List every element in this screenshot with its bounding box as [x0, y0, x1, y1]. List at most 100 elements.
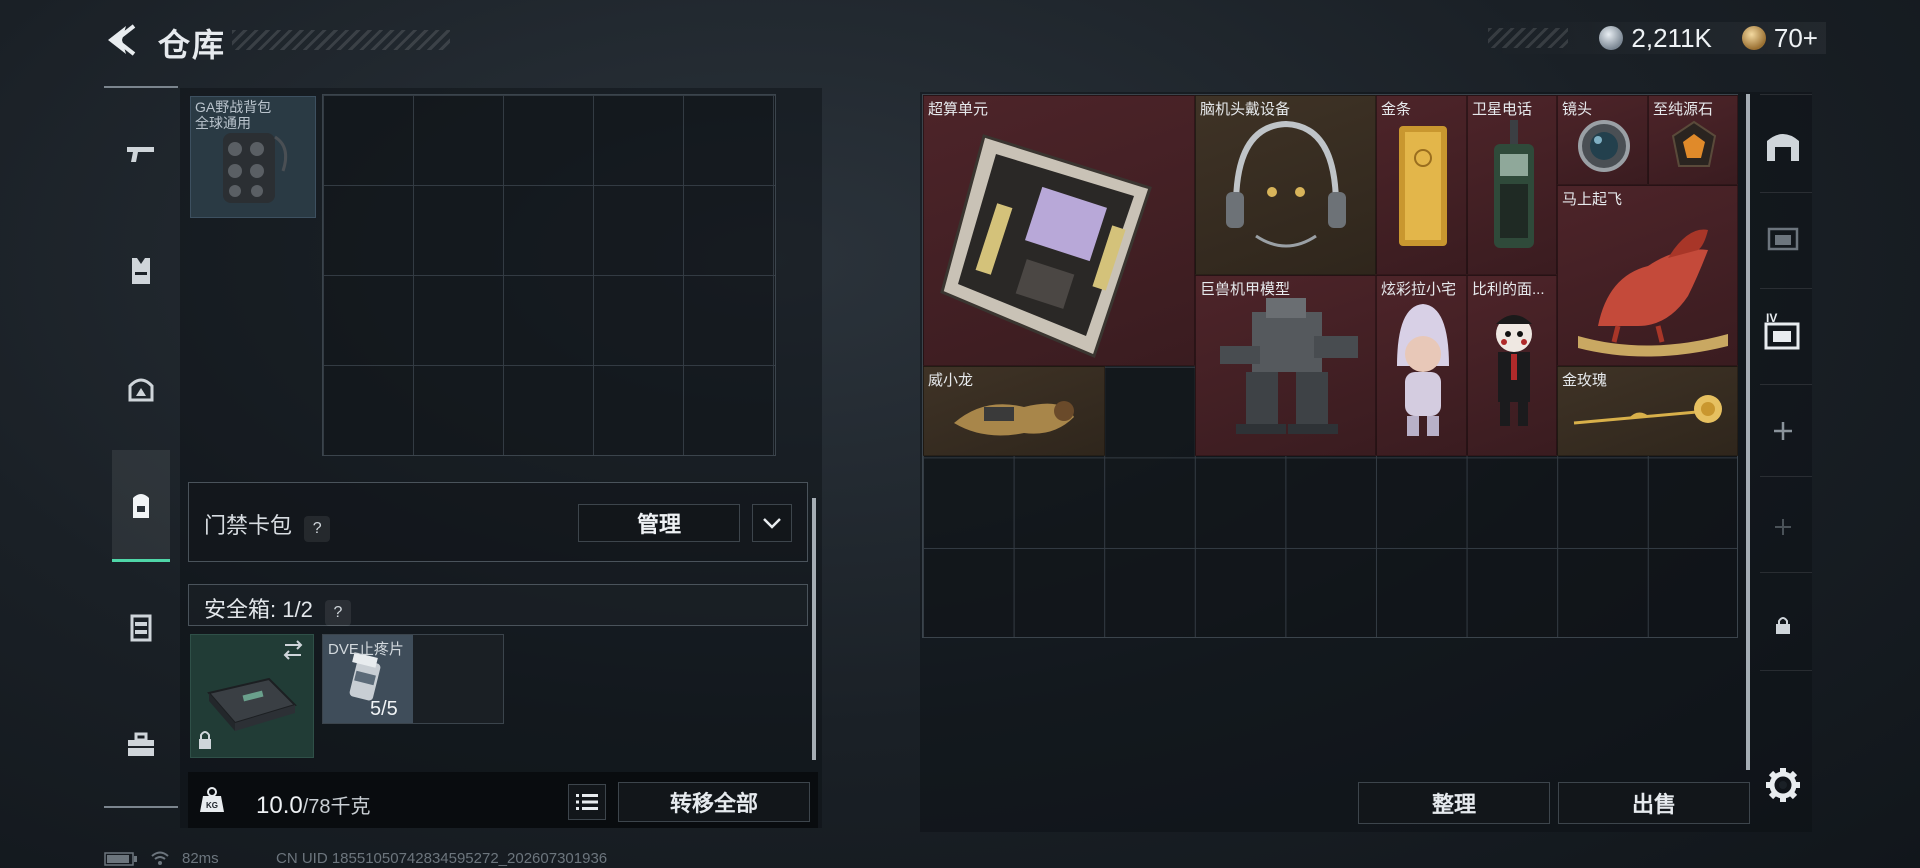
transfer-all-button[interactable]: 转移全部: [618, 782, 810, 822]
backpack-grid[interactable]: [322, 94, 776, 456]
armor-vest-icon: [132, 258, 150, 284]
stash-item-figure-doll[interactable]: 炫彩拉小宅: [1376, 275, 1467, 456]
settings-button[interactable]: [1762, 764, 1804, 806]
tab-armor[interactable]: [112, 236, 170, 306]
stash-item-pure-origin-stone[interactable]: 至纯源石: [1648, 95, 1738, 185]
back-arrow-icon: [108, 24, 136, 56]
dragon-figure-image: [954, 401, 1074, 436]
stash-tab-4[interactable]: IV: [1752, 302, 1814, 364]
brain-headset-image: [1226, 120, 1346, 248]
stash-item-satellite-phone[interactable]: 卫星电话: [1467, 95, 1557, 275]
stash-item-brain-headset[interactable]: 脑机头戴设备: [1195, 95, 1376, 275]
add-disabled-icon: [1775, 519, 1791, 535]
origin-stone-image: [1671, 120, 1717, 167]
weight-readout: 10.0/78千克: [256, 790, 371, 820]
gold-bar-image: [1399, 126, 1447, 246]
sell-button[interactable]: 出售: [1558, 782, 1750, 824]
page-title: 仓库: [158, 27, 227, 63]
safebox-container-slot[interactable]: [190, 634, 314, 758]
locked-stash-tab[interactable]: [1752, 594, 1814, 656]
right-rail-divider: [1760, 384, 1812, 385]
stash-item-supercomputer-unit[interactable]: 超算单元: [923, 95, 1195, 366]
rail-bottom-divider: [104, 806, 178, 808]
warehouse-2-icon: [1767, 227, 1799, 251]
supercomputer-unit-image: [940, 134, 1152, 359]
billy-puppet-image: [1496, 315, 1532, 426]
stash-item-mech-model[interactable]: 巨兽机甲模型: [1195, 275, 1376, 456]
tab-weapons[interactable]: [112, 118, 170, 188]
stash-tab-2[interactable]: [1752, 206, 1814, 268]
lens-image: [1578, 120, 1630, 172]
stash-item-billy-mask[interactable]: 比利的面...: [1467, 275, 1557, 456]
warehouse-4-icon: IV: [1764, 311, 1800, 350]
list-view-button[interactable]: [568, 784, 606, 820]
doll-figure-image: [1397, 304, 1449, 436]
right-rail-divider: [1760, 670, 1812, 671]
add-icon: [1774, 422, 1792, 440]
weight-current: 10.0: [256, 792, 303, 819]
satellite-phone-image: [1494, 120, 1534, 248]
helmet-icon: [128, 378, 154, 402]
stash-item-lens[interactable]: 镜头: [1557, 95, 1648, 185]
lock-icon: [1776, 617, 1790, 634]
backpack-item-image: [223, 133, 288, 203]
horse-statue-image: [1578, 229, 1728, 357]
gold-coin-icon: [1741, 26, 1766, 50]
list-icon: [576, 794, 598, 810]
keycard-expand-button[interactable]: [752, 504, 792, 542]
add-stash-button[interactable]: [1752, 400, 1814, 462]
stash-arch-icon: [1767, 134, 1799, 161]
silver-currency-value: 2,211K: [1631, 22, 1712, 53]
chevron-down-icon: [763, 518, 781, 529]
painkiller-count: 5/5: [370, 698, 398, 720]
tab-helmet[interactable]: [112, 354, 170, 424]
currency-bar: 2,211K 70+: [1488, 22, 1826, 54]
title-decoration: [232, 30, 450, 50]
currency-decoration: [1488, 28, 1568, 48]
sort-button[interactable]: 整理: [1358, 782, 1550, 824]
painkiller-name: DVE止疼片: [328, 641, 404, 658]
weight-max: /78千克: [302, 796, 371, 818]
weight-kg-icon: KG: [200, 787, 224, 812]
stash-item-horse-takeoff[interactable]: 马上起飞: [1557, 185, 1738, 366]
gear-icon: [1766, 768, 1800, 802]
safebox-case-image: [199, 640, 303, 749]
ping-readout: 82ms: [182, 850, 219, 867]
right-rail-divider: [1760, 572, 1812, 573]
backpack-slot[interactable]: GA野战背包 全球通用: [190, 96, 316, 218]
battery-icon: [104, 852, 137, 866]
silver-coin-icon: [1599, 26, 1624, 50]
chest-rig-icon: [130, 614, 152, 642]
stash-tab-1[interactable]: [1752, 114, 1814, 176]
mech-model-image: [1220, 298, 1358, 434]
stash-item-gold-bar[interactable]: 金条: [1376, 95, 1467, 275]
keycard-help-icon[interactable]: ?: [304, 516, 331, 542]
svg-text:KG: KG: [206, 801, 218, 810]
rail-top-divider: [104, 86, 178, 88]
left-scrollbar[interactable]: [812, 498, 816, 760]
svg-text:IV: IV: [1766, 311, 1777, 325]
stash-item-golden-rose[interactable]: 金玫瑰: [1557, 366, 1738, 456]
safebox-label: 安全箱: 1/2 ?: [204, 592, 351, 626]
uid-readout: CN UID 185510507428345952​72_20260730193…: [276, 850, 608, 867]
golden-rose-image: [1573, 395, 1722, 425]
gun-icon: [127, 147, 154, 162]
tab-backpack[interactable]: [112, 450, 170, 562]
stash-scrollbar[interactable]: [1746, 94, 1750, 770]
right-rail-divider: [1760, 288, 1812, 289]
manage-button[interactable]: 管理: [578, 504, 740, 542]
right-rail-divider: [1760, 94, 1812, 95]
toolbox-icon: [128, 732, 154, 756]
right-rail-divider: [1760, 476, 1812, 477]
backpack-icon: [133, 493, 149, 518]
back-button[interactable]: [100, 22, 140, 58]
tab-toolbox[interactable]: [112, 710, 170, 780]
tab-chest-rig[interactable]: [112, 592, 170, 662]
safebox-help-icon[interactable]: ?: [324, 600, 351, 626]
right-rail-divider: [1760, 192, 1812, 193]
wifi-icon: [151, 851, 169, 865]
gold-currency-value[interactable]: 70+: [1774, 23, 1818, 54]
keycard-wallet-label: 门禁卡包 ?: [204, 508, 331, 542]
add-stash-disabled: [1752, 496, 1814, 558]
stash-item-little-dragon[interactable]: 威小龙: [923, 366, 1105, 456]
